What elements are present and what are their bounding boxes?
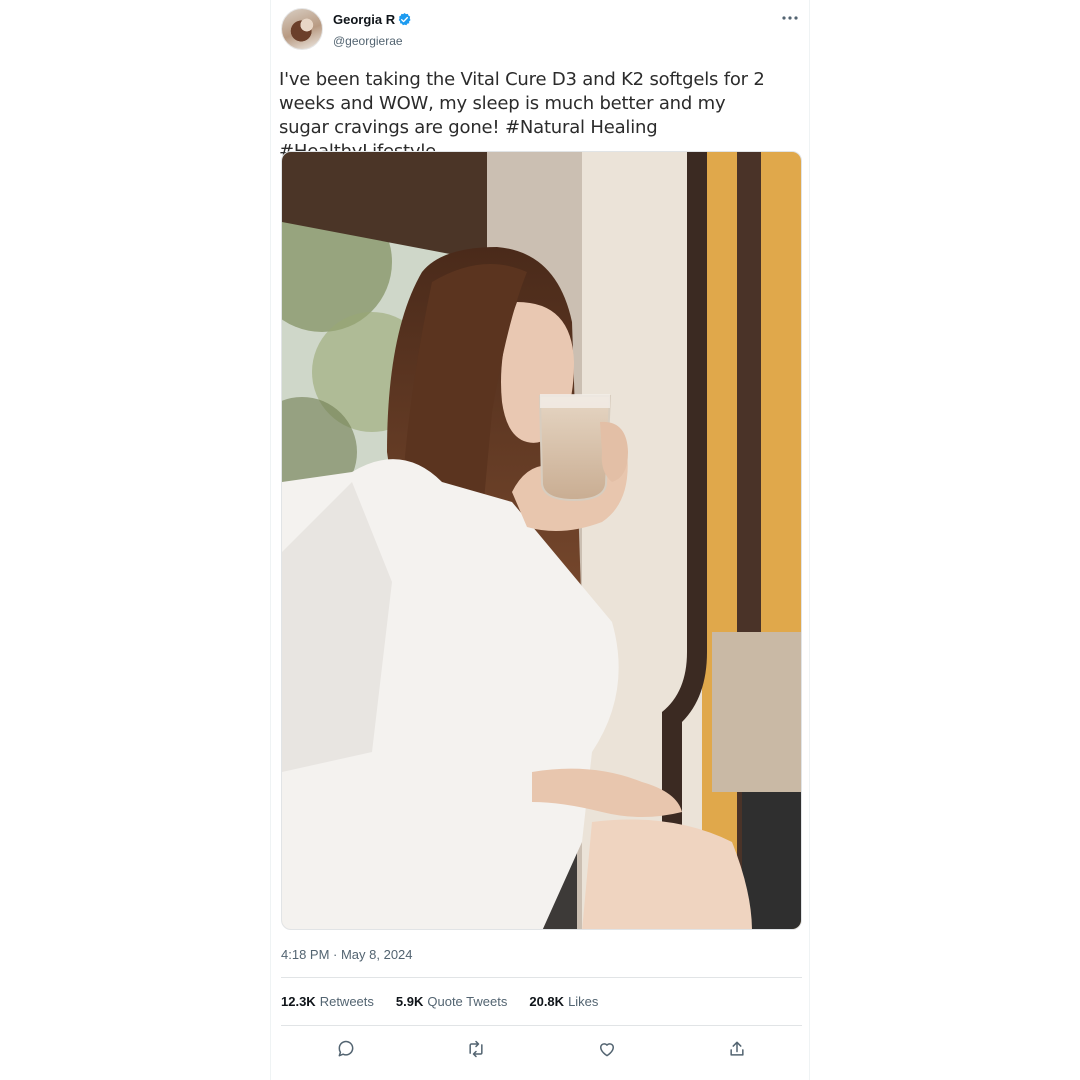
likes-label: Likes bbox=[568, 994, 599, 1009]
tweet-stats: 12.3K Retweets 5.9K Quote Tweets 20.8K Like… bbox=[281, 994, 598, 1009]
retweets-count: 12.3K bbox=[281, 994, 316, 1009]
author-name-row: Georgia R bbox=[333, 12, 412, 27]
retweet-icon bbox=[469, 1040, 483, 1058]
share-button[interactable] bbox=[726, 1038, 748, 1060]
retweets-label: Retweets bbox=[319, 994, 374, 1009]
retweet-button[interactable] bbox=[465, 1038, 487, 1060]
tweet-timestamp[interactable]: 4:18 PM · May 8, 2024 bbox=[281, 947, 413, 962]
avatar[interactable] bbox=[281, 8, 323, 50]
reply-button[interactable] bbox=[335, 1038, 357, 1060]
quote-tweets-count: 5.9K bbox=[395, 994, 424, 1009]
author-handle[interactable]: @georgierae bbox=[333, 34, 403, 48]
likes-stat[interactable]: 20.8K Likes bbox=[529, 994, 598, 1009]
author-display-name[interactable]: Georgia R bbox=[333, 12, 395, 27]
like-button[interactable] bbox=[596, 1038, 618, 1060]
tweet-actions bbox=[281, 1036, 802, 1062]
reply-icon bbox=[338, 1040, 354, 1057]
tweet-photo[interactable] bbox=[281, 151, 802, 930]
more-dots-icon[interactable] bbox=[781, 10, 799, 26]
heart-icon bbox=[599, 1043, 614, 1057]
likes-count: 20.8K bbox=[529, 994, 565, 1009]
divider bbox=[281, 977, 802, 978]
tweet-text: I've been taking the Vital Cure D3 and K… bbox=[279, 69, 765, 162]
divider bbox=[281, 1025, 802, 1026]
quote-tweets-stat[interactable]: 5.9K Quote Tweets bbox=[396, 994, 507, 1009]
tweet-card: Georgia R @georgierae I've been taking t… bbox=[270, 0, 810, 1080]
verified-badge-icon bbox=[398, 12, 411, 26]
retweets-stat[interactable]: 12.3K Retweets bbox=[281, 994, 374, 1009]
share-icon bbox=[730, 1041, 744, 1056]
photo-woman-drinking bbox=[282, 152, 801, 929]
quote-tweets-label: Quote Tweets bbox=[427, 994, 508, 1009]
